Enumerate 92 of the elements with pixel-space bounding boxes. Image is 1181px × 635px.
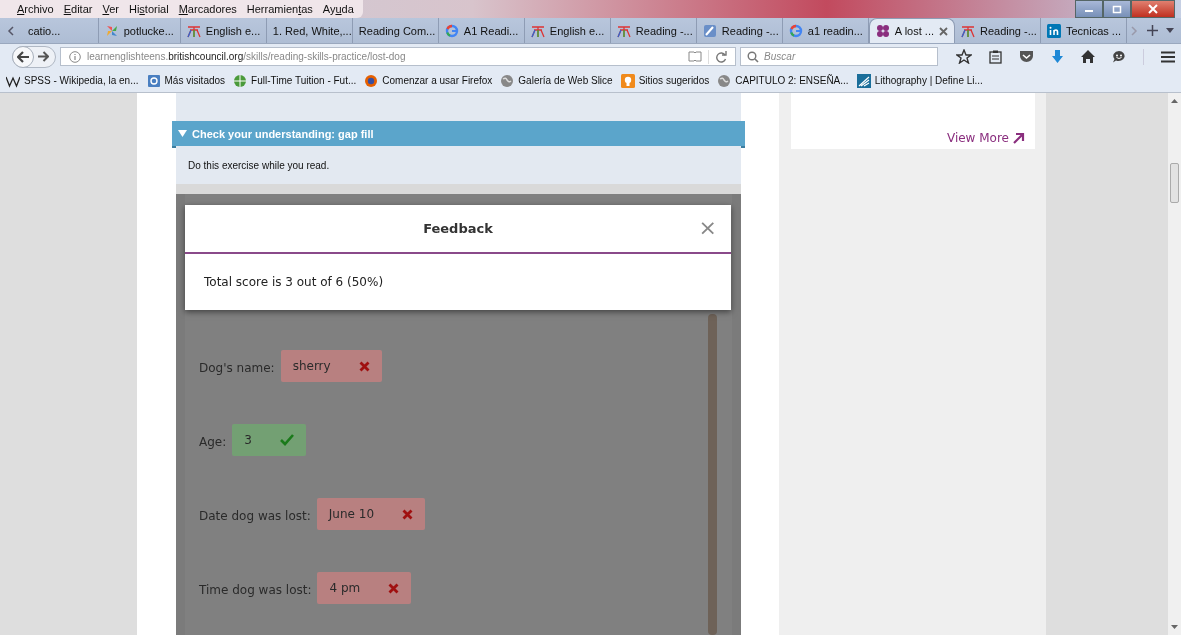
- scrollbar[interactable]: [1168, 93, 1181, 635]
- menu-item[interactable]: Editar: [58, 3, 98, 15]
- reload-icon[interactable]: [715, 50, 728, 63]
- bookmark-item[interactable]: Comenzar a usar Firefox: [364, 73, 493, 88]
- bookmark-item[interactable]: CAPITULO 2: ENSEÑA...: [717, 73, 849, 88]
- download-icon[interactable]: [1051, 49, 1064, 64]
- clipboard-icon[interactable]: [989, 49, 1002, 64]
- menu-item[interactable]: Archivo: [12, 3, 59, 15]
- menu-icon[interactable]: [1161, 50, 1175, 63]
- bookmark-item[interactable]: Full-Time Tuition - Fut...: [233, 73, 357, 88]
- globe-icon: [500, 73, 515, 88]
- g-logo-icon: [788, 23, 803, 38]
- browser-tab[interactable]: Reading -...: [610, 18, 697, 43]
- info-icon[interactable]: [69, 50, 81, 63]
- menu-item[interactable]: Herramientas: [241, 3, 318, 15]
- reader-view-icon[interactable]: [688, 51, 703, 62]
- answer-field[interactable]: sherry: [280, 350, 382, 382]
- browser-tab[interactable]: English e...: [180, 18, 267, 43]
- in-logo-icon: [1047, 23, 1061, 38]
- glyph-logo-icon: [530, 23, 545, 38]
- maximize-icon: [1112, 4, 1122, 14]
- four-dots-icon: [875, 24, 890, 38]
- back-button[interactable]: [12, 45, 34, 68]
- glyph-logo-icon: [961, 23, 975, 38]
- g-logo-icon: [444, 23, 459, 38]
- browser-tab[interactable]: 1. Red, White,...: [266, 18, 353, 43]
- browser-tab[interactable]: potlucke...: [98, 18, 181, 43]
- close-tab-icon: [939, 26, 948, 36]
- answer-field[interactable]: 3: [232, 424, 306, 456]
- field-label: Dog's name:: [199, 360, 275, 375]
- cross-icon: [388, 582, 400, 594]
- answer-field[interactable]: 4 pm: [317, 572, 412, 604]
- menu-item[interactable]: Ayuda: [317, 3, 359, 15]
- star-icon[interactable]: [956, 49, 972, 64]
- chat-icon[interactable]: [1112, 50, 1126, 63]
- glyph-logo-icon: [186, 23, 201, 38]
- close-button[interactable]: ×: [698, 215, 717, 240]
- bookmark-item[interactable]: SPSS - Wikipedia, la en...: [6, 73, 139, 88]
- bookmark-item[interactable]: Galería de Web Slice: [500, 73, 613, 88]
- field-label: Age:: [199, 434, 227, 449]
- scroll-up-icon[interactable]: [1171, 99, 1178, 103]
- minimize-button[interactable]: [1075, 0, 1103, 18]
- field-label: Date dog was lost:: [199, 508, 311, 523]
- url-text: learnenglishteens.britishcouncil.org/skills/reading-skills-practice/lost-dog: [87, 51, 406, 62]
- browser-tab[interactable]: Reading Com...: [352, 18, 439, 43]
- bookmark-item[interactable]: Más visitados: [146, 73, 226, 88]
- search-field[interactable]: Buscar: [740, 47, 938, 66]
- browser-tab[interactable]: Reading -...: [696, 18, 783, 43]
- browser-tab[interactable]: catio...: [22, 18, 99, 43]
- answer-field[interactable]: June 10: [316, 498, 425, 530]
- magnifier-icon: [146, 73, 161, 88]
- search-placeholder: Buscar: [764, 51, 796, 62]
- address-field[interactable]: learnenglishteens.britishcouncil.org/skills/reading-skills-practice/lost-dog: [60, 47, 737, 66]
- pen-icon: [702, 23, 717, 38]
- dialog-title: Feedback: [423, 221, 493, 236]
- checkmark-icon: [279, 434, 294, 446]
- triangle-down-icon: [178, 130, 187, 137]
- bookmark-item[interactable]: Lithography | Define Li...: [856, 73, 983, 88]
- browser-tab[interactable]: Tecnicas ...: [1041, 18, 1127, 43]
- instruction-text: Do this exercise while you read.: [188, 159, 330, 171]
- field-label: Time dog was lost:: [199, 582, 312, 597]
- pocket-icon[interactable]: [1019, 50, 1034, 63]
- globe-icon: [717, 73, 732, 88]
- globe-icon: [233, 73, 248, 88]
- maximize-button[interactable]: [1103, 0, 1131, 18]
- browser-tab[interactable]: English e...: [524, 18, 611, 43]
- bulb-icon: [620, 73, 635, 88]
- search-icon: [747, 50, 760, 63]
- browser-tab[interactable]: A lost ...: [868, 18, 955, 43]
- forward-arrow-icon: [38, 51, 49, 62]
- glyph-logo-icon: [616, 23, 631, 38]
- view-more-link[interactable]: View More: [946, 131, 1025, 145]
- cross-icon: [358, 360, 370, 372]
- stripes-icon: [856, 73, 871, 88]
- scroll-thumb[interactable]: [1170, 163, 1179, 203]
- scroll-down-icon[interactable]: [1171, 625, 1178, 629]
- browser-tab[interactable]: a1 readin...: [782, 18, 869, 43]
- browser-tab[interactable]: A1 Readi...: [438, 18, 525, 43]
- menu-item[interactable]: Marcadores: [173, 3, 242, 15]
- cross-icon: [402, 508, 413, 520]
- pinwheel-icon: [104, 23, 119, 38]
- menu-item[interactable]: Historial: [123, 3, 174, 15]
- bookmark-item[interactable]: Sitios sugeridos: [620, 73, 710, 88]
- menu-item[interactable]: Ver: [97, 3, 124, 15]
- home-icon[interactable]: [1081, 50, 1095, 63]
- score-message: Total score is 3 out of 6 (50%): [204, 275, 384, 289]
- fox-globe-icon: [364, 73, 379, 88]
- browser-tab[interactable]: Reading -...: [955, 18, 1041, 43]
- close-button[interactable]: [1131, 0, 1175, 18]
- arrow-up-right-icon: [1013, 132, 1025, 144]
- back-arrow-icon: [16, 50, 30, 63]
- close-icon: [1147, 4, 1159, 14]
